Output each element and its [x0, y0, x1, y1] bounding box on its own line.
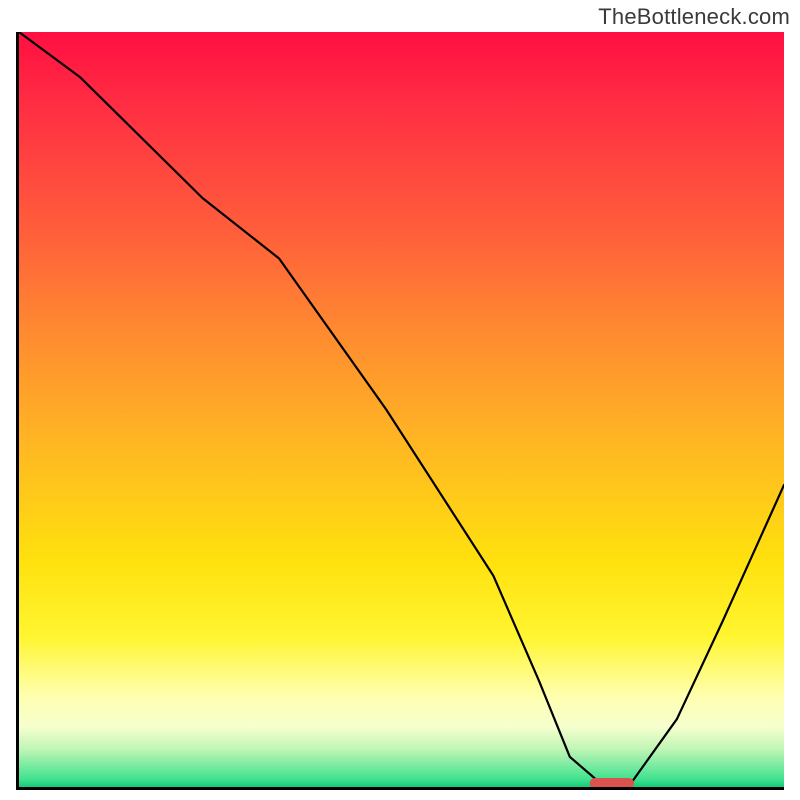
chart-svg	[19, 32, 784, 787]
attribution-label: TheBottleneck.com	[598, 4, 790, 30]
chart-plot-area	[16, 32, 784, 790]
optimal-point-marker	[590, 778, 634, 787]
bottleneck-curve	[19, 32, 784, 783]
